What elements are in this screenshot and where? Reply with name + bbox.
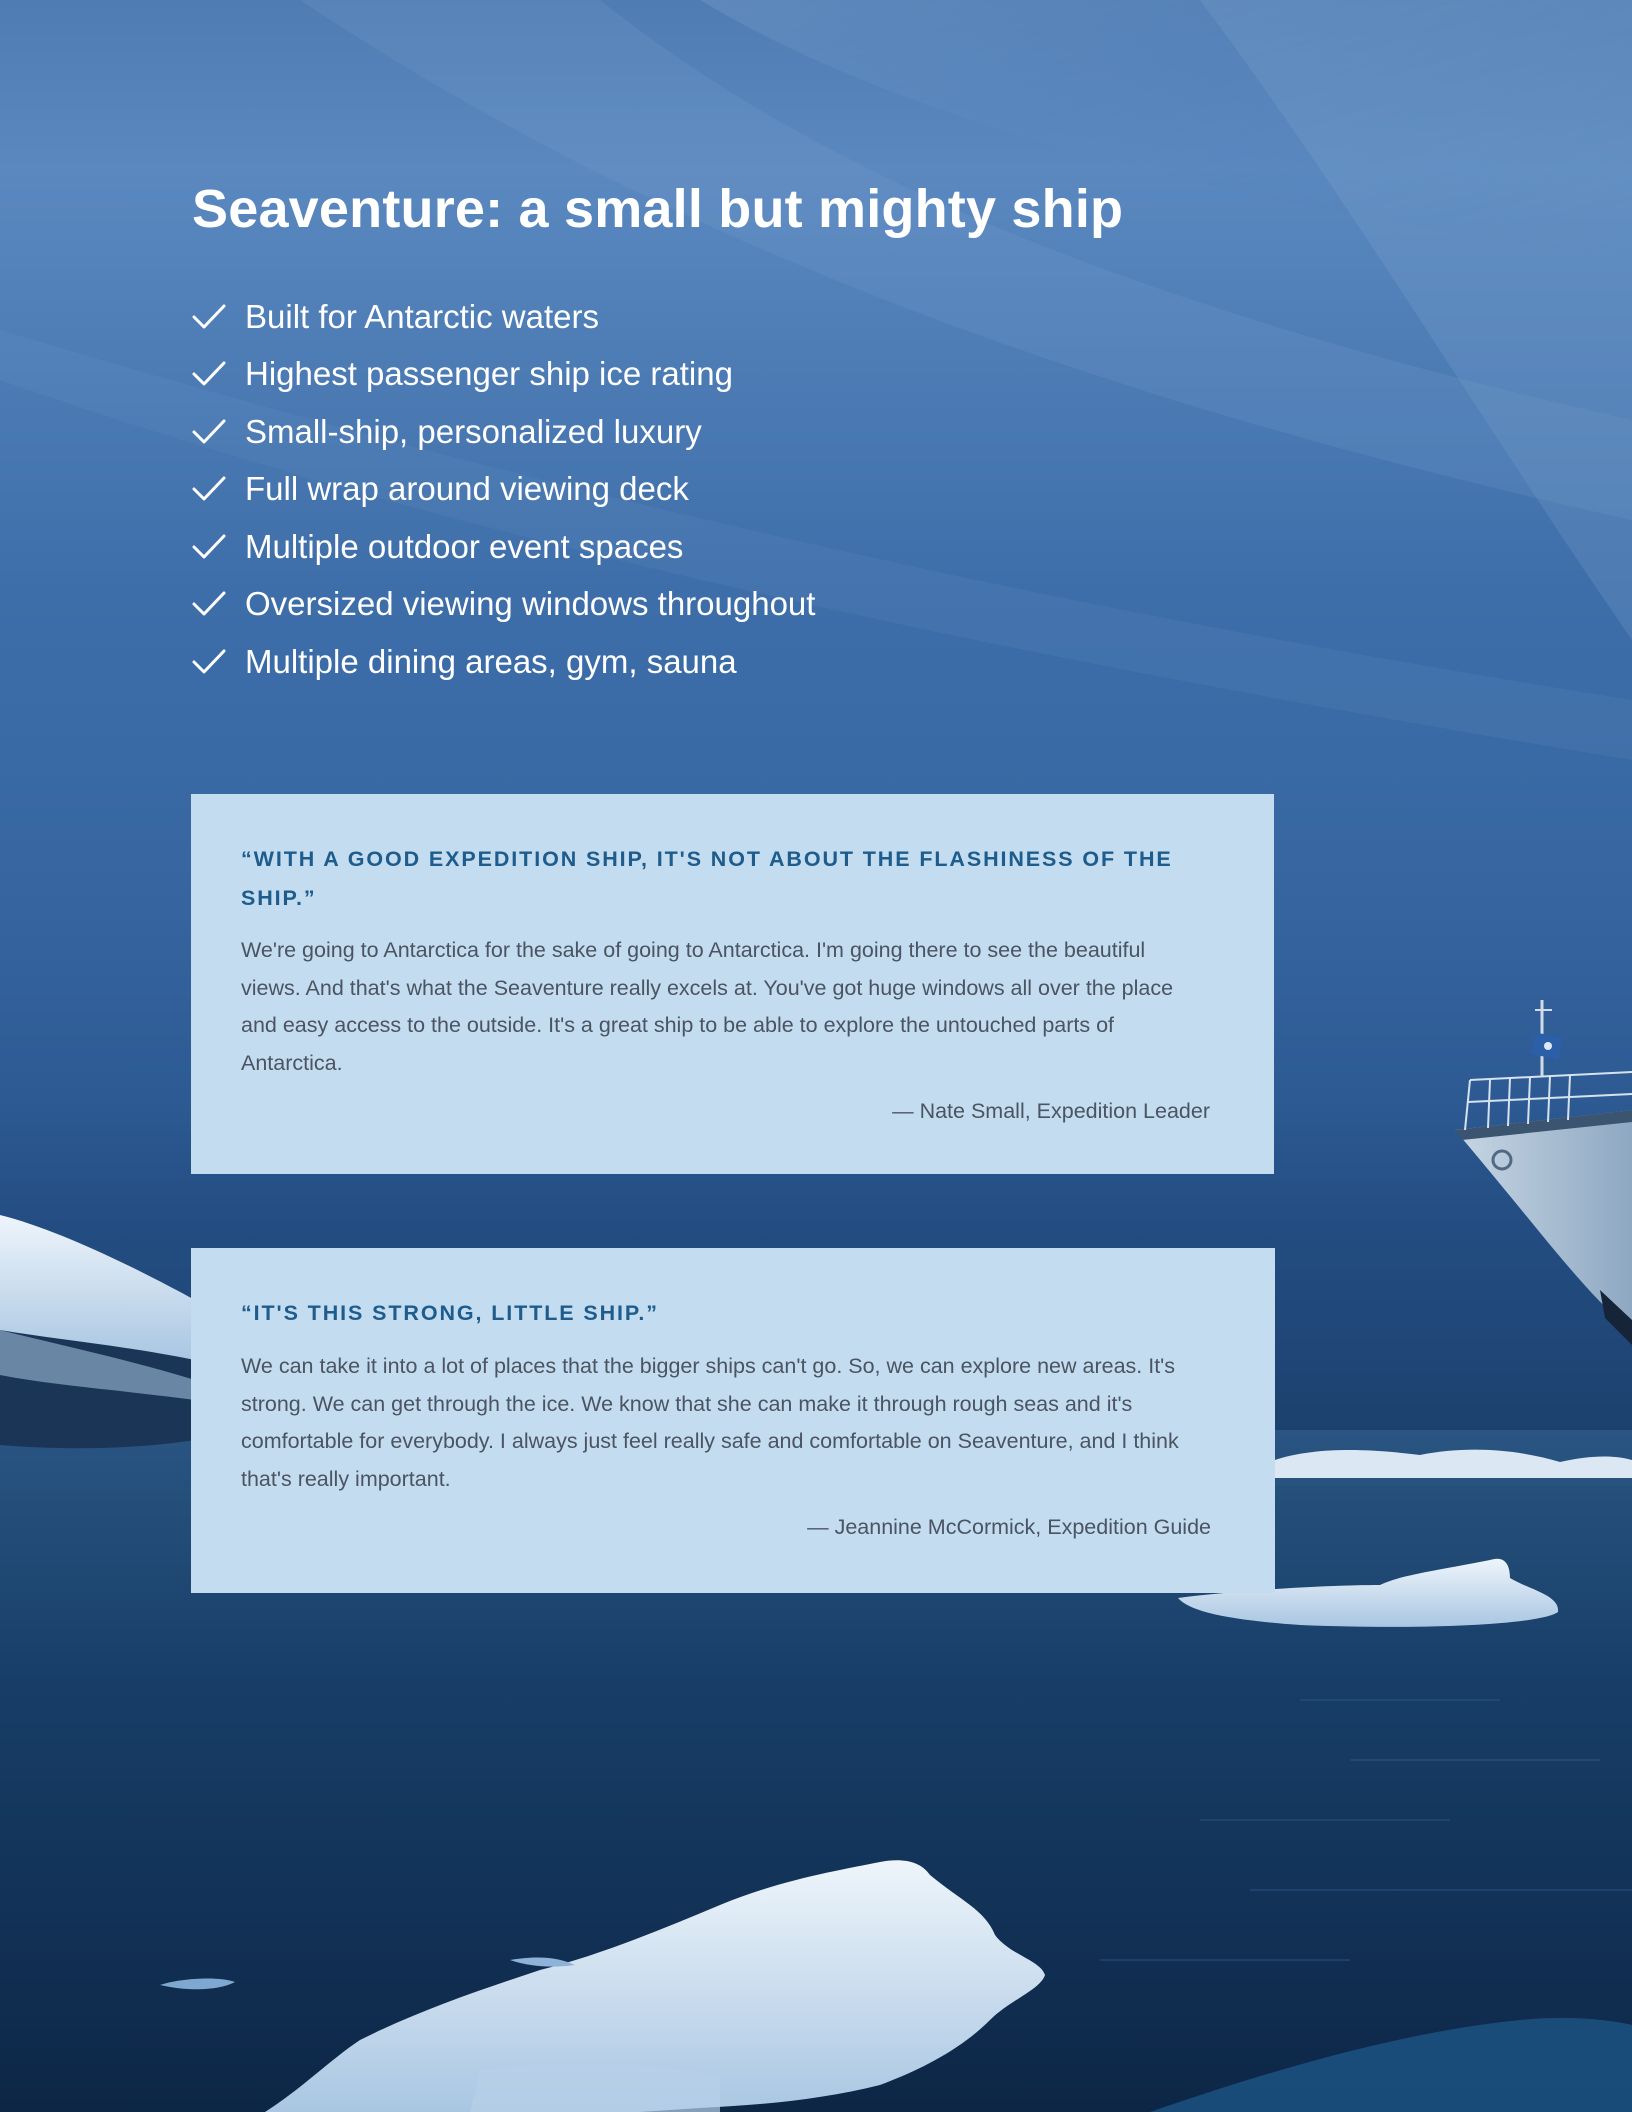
feature-label: Multiple outdoor event spaces — [245, 527, 684, 565]
feature-item: Small-ship, personalized luxury — [192, 403, 815, 461]
quote-attribution: — Jeannine McCormick, Expedition Guide — [807, 1515, 1211, 1539]
quote-attribution: — Nate Small, Expedition Leader — [892, 1099, 1210, 1123]
feature-item: Full wrap around viewing deck — [192, 461, 815, 519]
feature-label: Built for Antarctic waters — [245, 297, 599, 335]
quote-body: We're going to Antarctica for the sake o… — [241, 938, 1174, 1075]
feature-item: Oversized viewing windows throughout — [192, 576, 815, 634]
check-icon — [192, 304, 226, 329]
check-icon — [192, 534, 226, 559]
check-icon — [192, 591, 226, 616]
feature-label: Full wrap around viewing deck — [245, 470, 689, 508]
check-icon — [192, 361, 226, 386]
feature-item: Built for Antarctic waters — [192, 288, 815, 346]
quote-card: “WITH A GOOD EXPEDITION SHIP, IT'S NOT A… — [191, 794, 1274, 1174]
feature-list: Built for Antarctic waters Highest passe… — [192, 288, 815, 691]
check-icon — [192, 419, 226, 444]
feature-label: Small-ship, personalized luxury — [245, 412, 702, 450]
feature-item: Multiple dining areas, gym, sauna — [192, 633, 815, 691]
feature-label: Highest passenger ship ice rating — [245, 355, 733, 393]
page-content: Seaventure: a small but mighty ship Buil… — [0, 0, 1632, 2112]
quote-card: “IT'S THIS STRONG, LITTLE SHIP.” We can … — [191, 1248, 1275, 1593]
feature-item: Multiple outdoor event spaces — [192, 518, 815, 576]
page-title: Seaventure: a small but mighty ship — [192, 179, 1124, 239]
feature-item: Highest passenger ship ice rating — [192, 346, 815, 404]
check-icon — [192, 476, 226, 501]
quote-heading: “WITH A GOOD EXPEDITION SHIP, IT'S NOT A… — [241, 847, 1173, 910]
feature-label: Oversized viewing windows throughout — [245, 585, 816, 623]
quote-body: We can take it into a lot of places that… — [241, 1354, 1179, 1491]
feature-label: Multiple dining areas, gym, sauna — [245, 642, 737, 680]
quote-heading: “IT'S THIS STRONG, LITTLE SHIP.” — [241, 1301, 659, 1325]
check-icon — [192, 649, 226, 674]
